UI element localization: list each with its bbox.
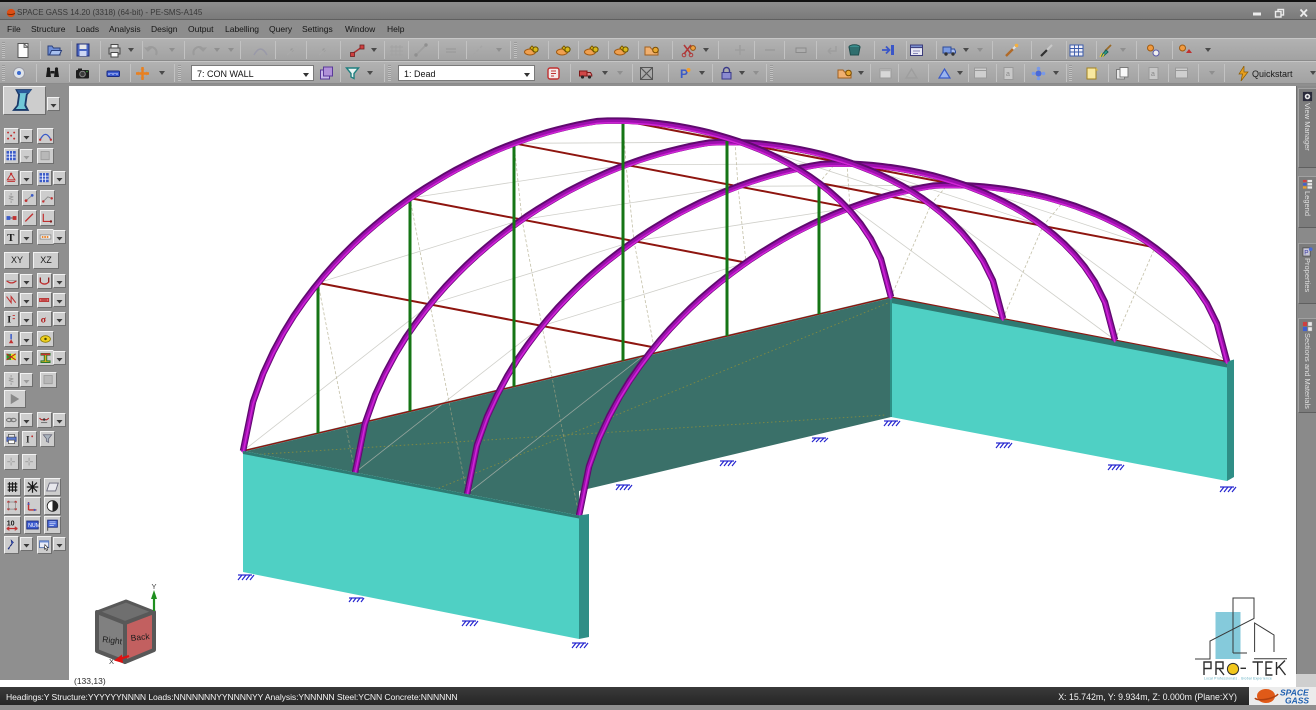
svg-text:I: I <box>7 314 11 325</box>
svg-text:NUM: NUM <box>28 523 40 529</box>
svg-text:10: 10 <box>7 520 15 527</box>
svg-text:P: P <box>1304 249 1308 256</box>
svg-text:a: a <box>1151 71 1155 78</box>
svg-text:I: I <box>26 434 30 444</box>
svg-text:Back: Back <box>130 631 151 643</box>
svg-text:σ: σ <box>41 314 47 325</box>
svg-text:(133,13): (133,13) <box>74 676 106 686</box>
svg-text:X: X <box>109 657 114 666</box>
svg-text:Local Professionals . Globa: Local Professionals . Global Experience <box>1204 677 1272 681</box>
svg-text:Y: Y <box>152 582 157 591</box>
svg-text:T: T <box>7 232 14 244</box>
svg-text:a: a <box>1006 71 1010 78</box>
svg-text:GASS: GASS <box>1285 696 1309 706</box>
